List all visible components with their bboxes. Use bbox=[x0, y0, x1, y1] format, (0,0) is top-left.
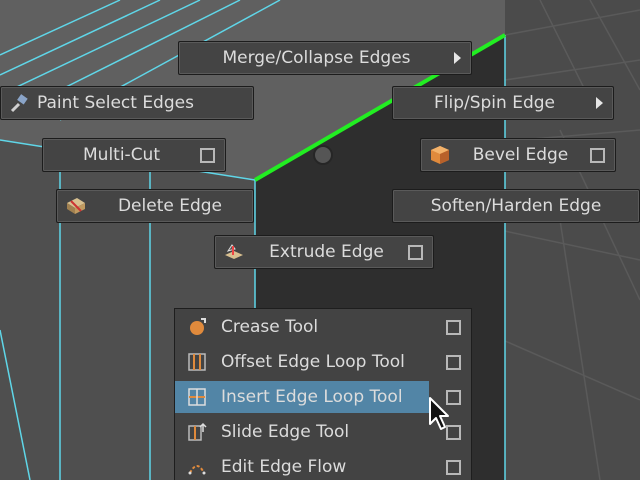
merge-collapse-edges-item[interactable]: Merge/Collapse Edges bbox=[178, 41, 472, 75]
insert-edge-loop-icon bbox=[185, 385, 209, 409]
marking-menu-center bbox=[313, 145, 333, 165]
submenu-arrow-icon bbox=[596, 97, 603, 109]
edit-edge-flow-label: Edit Edge Flow bbox=[221, 457, 347, 477]
offset-edge-loop-icon bbox=[185, 350, 209, 374]
paint-select-icon bbox=[9, 92, 31, 114]
mouse-cursor-icon bbox=[429, 397, 449, 430]
edit-edge-flow-item[interactable]: Edit Edge Flow bbox=[175, 450, 471, 480]
crease-icon bbox=[185, 315, 209, 339]
crease-tool-item[interactable]: Crease Tool bbox=[175, 310, 471, 344]
slide-edge-icon bbox=[185, 420, 209, 444]
edge-tools-submenu: Crease Tool Offset Edge Loop Tool Insert… bbox=[174, 308, 472, 480]
bevel-edge-label: Bevel Edge bbox=[472, 145, 569, 165]
maya-viewport-screen: Merge/Collapse Edges Paint Select Edges … bbox=[0, 0, 640, 480]
paint-select-edges-label: Paint Select Edges bbox=[37, 93, 194, 113]
bevel-edge-option-box[interactable] bbox=[590, 147, 605, 163]
crease-tool-option-box[interactable] bbox=[446, 319, 461, 335]
paint-select-edges-item[interactable]: Paint Select Edges bbox=[0, 86, 254, 120]
slide-edge-tool-item[interactable]: Slide Edge Tool bbox=[175, 415, 471, 449]
offset-edge-loop-tool-item[interactable]: Offset Edge Loop Tool bbox=[175, 345, 471, 379]
submenu-arrow-icon bbox=[454, 52, 461, 64]
insert-edge-loop-tool-item[interactable]: Insert Edge Loop Tool bbox=[175, 380, 471, 414]
extrude-icon bbox=[223, 241, 245, 263]
flip-spin-edge-label: Flip/Spin Edge bbox=[433, 93, 555, 113]
soften-harden-edge-item[interactable]: Soften/Harden Edge bbox=[392, 189, 640, 223]
bevel-edge-item[interactable]: Bevel Edge bbox=[420, 138, 616, 172]
edit-edge-flow-icon bbox=[185, 455, 209, 479]
slide-edge-tool-label: Slide Edge Tool bbox=[221, 422, 350, 442]
extrude-edge-label: Extrude Edge bbox=[269, 242, 384, 262]
delete-edge-label: Delete Edge bbox=[117, 196, 223, 216]
insert-edge-loop-tool-label: Insert Edge Loop Tool bbox=[221, 387, 403, 407]
extrude-edge-option-box[interactable] bbox=[408, 244, 423, 260]
offset-edge-loop-tool-option-box[interactable] bbox=[446, 354, 461, 370]
multi-cut-option-box[interactable] bbox=[200, 147, 215, 163]
merge-collapse-edges-label: Merge/Collapse Edges bbox=[222, 48, 411, 68]
offset-edge-loop-tool-label: Offset Edge Loop Tool bbox=[221, 352, 405, 372]
delete-edge-item[interactable]: Delete Edge bbox=[56, 189, 254, 223]
soften-harden-edge-label: Soften/Harden Edge bbox=[430, 196, 602, 216]
multi-cut-item[interactable]: Multi-Cut bbox=[42, 138, 226, 172]
delete-edge-icon bbox=[65, 195, 87, 217]
bevel-icon bbox=[429, 144, 451, 166]
extrude-edge-item[interactable]: Extrude Edge bbox=[214, 235, 434, 269]
multi-cut-label: Multi-Cut bbox=[83, 145, 160, 165]
crease-tool-label: Crease Tool bbox=[221, 317, 319, 337]
edit-edge-flow-option-box[interactable] bbox=[446, 459, 461, 475]
flip-spin-edge-item[interactable]: Flip/Spin Edge bbox=[392, 86, 614, 120]
